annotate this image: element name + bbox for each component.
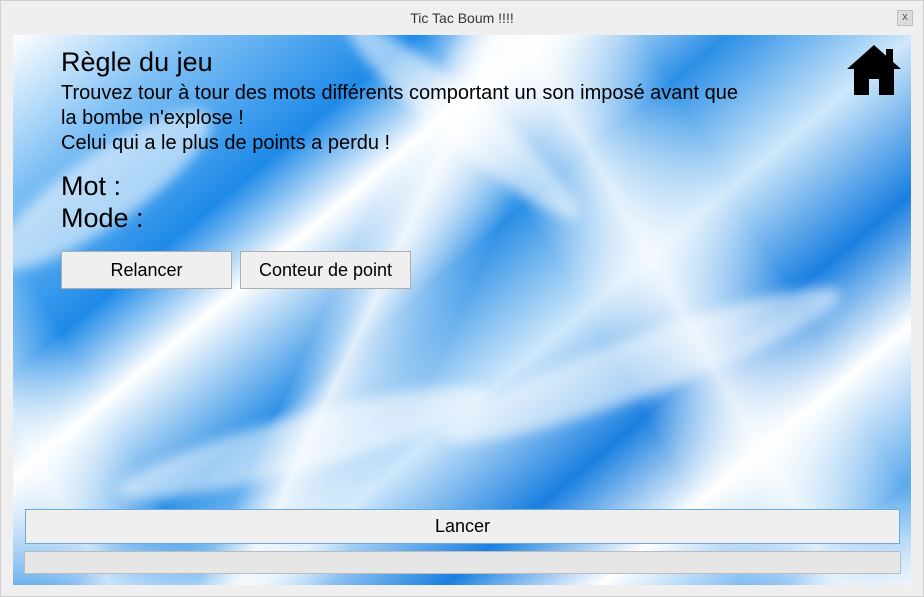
window-title: Tic Tac Boum !!!! <box>410 10 514 26</box>
rules-line: la bombe n'explose ! <box>61 107 244 129</box>
word-label: Mot : <box>61 171 122 201</box>
close-button[interactable]: x <box>897 10 913 26</box>
title-bar[interactable]: Tic Tac Boum !!!! x <box>1 1 923 35</box>
rules-line: Trouvez tour à tour des mots différents … <box>61 82 739 104</box>
app-window: Tic Tac Boum !!!! x Règle du jeu Trouvez… <box>0 0 924 597</box>
relancer-button[interactable]: Relancer <box>61 251 232 289</box>
progress-bar <box>24 551 901 574</box>
game-panel: Règle du jeu Trouvez tour à tour des mot… <box>13 35 911 585</box>
rules-title: Règle du jeu <box>61 47 213 77</box>
mode-label: Mode : <box>61 203 144 233</box>
rules-text: Trouvez tour à tour des mots différents … <box>61 81 821 156</box>
point-counter-button[interactable]: Conteur de point <box>240 251 411 289</box>
rules-line: Celui qui a le plus de points a perdu ! <box>61 132 391 154</box>
background-swirl <box>435 264 851 466</box>
lancer-button[interactable]: Lancer <box>25 509 900 544</box>
home-icon[interactable] <box>845 43 903 97</box>
background-swirl <box>112 366 494 519</box>
